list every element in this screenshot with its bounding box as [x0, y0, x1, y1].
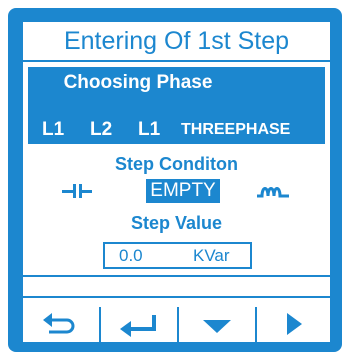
status-divider-top: [23, 275, 330, 277]
phase-option-l1[interactable]: L1: [42, 119, 64, 141]
enter-button[interactable]: [101, 307, 177, 342]
phase-title: Choosing Phase: [63, 72, 213, 93]
inductor-coil-icon: [257, 187, 289, 198]
phase-option-threephase[interactable]: THREEPHASE: [181, 121, 290, 139]
phase-selector-panel[interactable]: Choosing Phase L1 L2 L1 THREEPHASE: [28, 67, 325, 144]
status-divider-bottom: [23, 296, 330, 298]
down-triangle-icon: [203, 320, 231, 333]
step-value-number: 0.0: [119, 246, 143, 265]
phase-option-l2[interactable]: L2: [90, 119, 112, 141]
lcd-screen: Entering Of 1st Step Choosing Phase L1 L…: [23, 22, 330, 342]
capacitor-icon: [62, 184, 92, 198]
phase-option-l1-second[interactable]: L1: [138, 119, 160, 141]
right-button[interactable]: [257, 307, 330, 342]
softkey-bar: [23, 307, 330, 342]
step-value-label: Step Value: [130, 213, 223, 233]
step-value-field[interactable]: 0.0 KVar: [103, 242, 252, 269]
step-value-unit: KVar: [193, 246, 230, 265]
back-button[interactable]: [23, 307, 99, 342]
step-condition-value[interactable]: EMPTY: [146, 179, 220, 203]
title-divider: [23, 60, 330, 62]
step-condition-label: Step Conditon: [115, 154, 238, 174]
enter-arrow-icon: [120, 315, 156, 337]
back-arrow-icon: [43, 313, 75, 334]
down-button[interactable]: [179, 307, 255, 342]
right-triangle-icon: [287, 313, 302, 335]
page-title: Entering Of 1st Step: [63, 27, 290, 55]
